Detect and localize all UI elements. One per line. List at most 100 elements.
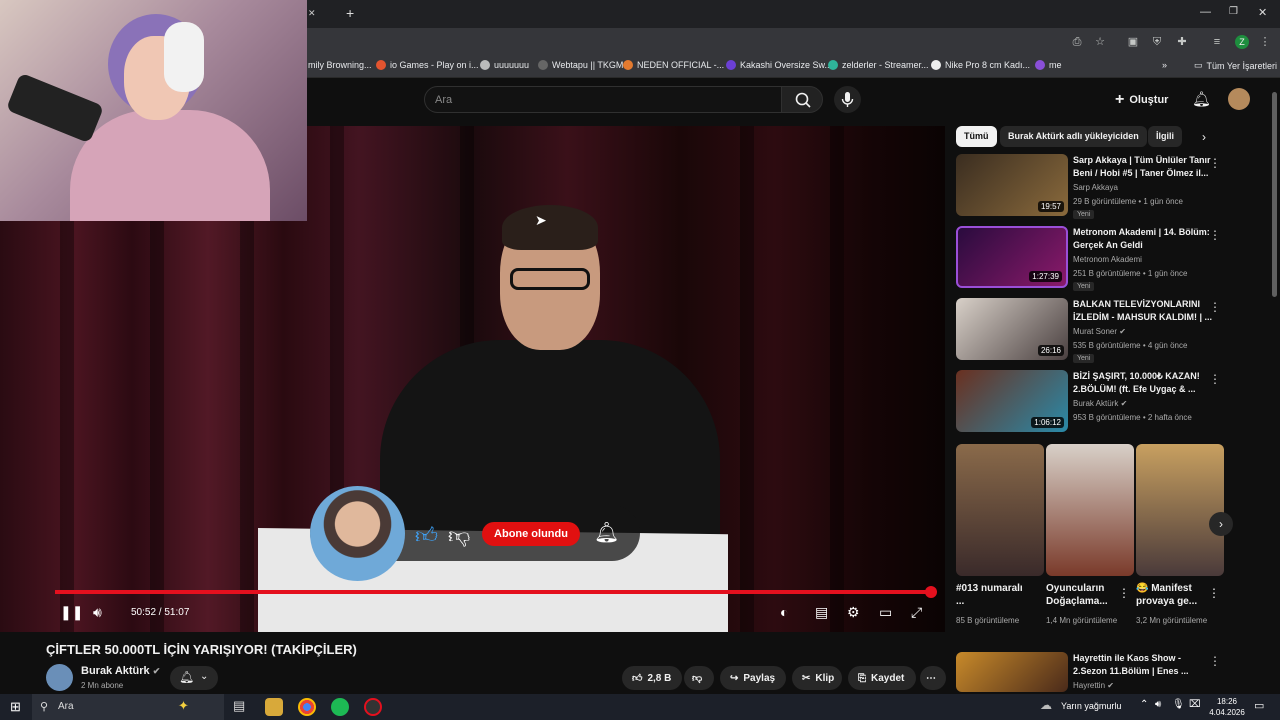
mic-icon[interactable]: 🎙︎ [1172,699,1185,710]
dislike-button[interactable]: 👎︎ [684,666,714,690]
install-icon[interactable]: ⎙ [1071,36,1083,48]
rec-channel[interactable]: Metronom Akademi [1073,255,1213,264]
more-icon[interactable]: ⋮ [1209,228,1221,242]
rec-channel[interactable]: Sarp Akkaya [1073,183,1213,192]
shorts-next-button[interactable]: › [1209,512,1233,536]
rec-title[interactable]: BİZİ ŞAŞIRT, 10.000₺ KAZAN! 2.BÖLÜM! (ft… [1073,370,1213,396]
bookmark[interactable]: NEDEN OFFICIAL -... [623,60,724,70]
short-thumbnail[interactable] [1046,444,1134,576]
autoplay-toggle[interactable]: ◐ [780,604,788,620]
bookmark[interactable]: Webtapu || TKGM [538,60,623,70]
bookmark[interactable]: zelderler - Streamer... [828,60,929,70]
account-avatar[interactable] [1228,88,1250,110]
bookmark[interactable]: uuuuuuu [480,60,529,70]
chip-all[interactable]: Tümü [956,126,997,147]
settings-icon[interactable]: ⚙ [847,604,860,621]
search-input[interactable]: Ara [424,86,782,113]
short-thumbnail[interactable] [956,444,1044,576]
recommendation-item[interactable]: 1:06:12 BİZİ ŞAŞIRT, 10.000₺ KAZAN! 2.BÖ… [956,370,1221,436]
save-button[interactable]: ⎘ Kaydet [848,666,916,690]
all-bookmarks[interactable]: ▭ Tüm Yer İşaretleri [1194,60,1277,71]
thumbnail[interactable]: 19:57 [956,154,1068,216]
thumbnail[interactable]: 1:06:12 [956,370,1068,432]
recommendation-item[interactable]: 1:27:39 Metronom Akademi | 14. Bölüm: Ge… [956,226,1221,292]
progress-knob[interactable] [925,586,937,598]
more-icon[interactable]: ⋮ [1118,586,1130,600]
bookmark[interactable]: Nike Pro 8 cm Kadı... [931,60,1030,70]
rec-channel[interactable]: Hayrettin ✔ [1073,681,1213,690]
task-view-icon[interactable]: ▤ [233,698,245,714]
notification-settings-button[interactable]: 🔔︎ ⌄ [170,666,218,690]
short-title[interactable]: Oyuncuların Doğaçlama... [1046,582,1116,608]
subtitles-icon[interactable]: ▤ [815,604,828,621]
rec-channel[interactable]: Murat Soner ✔ [1073,327,1213,336]
search-button[interactable] [781,86,823,113]
thumbs-down-icon[interactable]: 👎︎ [448,522,470,549]
extension-icon[interactable]: ▣ [1127,36,1139,48]
chip-from-uploader[interactable]: Burak Aktürk adlı yükleyiciden [1000,126,1147,147]
clip-button[interactable]: ✂ Klip [792,666,842,690]
more-icon[interactable]: ⋮ [1209,156,1221,170]
puzzle-icon[interactable]: ✚ [1176,36,1188,48]
thumbnail[interactable]: 1:27:39 [956,226,1068,288]
create-button[interactable]: + Oluştur [1115,88,1183,112]
short-title[interactable]: #013 numaralı ... [956,582,1026,608]
volume-icon[interactable]: 🔊︎ [93,604,102,621]
shield-icon[interactable]: ⛨ [1151,36,1163,48]
pause-icon[interactable]: ❚❚ [60,604,83,621]
more-actions-button[interactable]: ⋯ [920,666,946,690]
bookmark[interactable]: mily Browning... [308,60,372,70]
windows-start-icon[interactable]: ⊞ [10,699,21,715]
voice-search-button[interactable] [834,86,861,113]
weather-text[interactable]: Yarın yağmurlu [1061,701,1121,711]
restore-icon[interactable]: ❐ [1229,6,1238,17]
rec-channel[interactable]: Burak Aktürk ✔ [1073,399,1213,408]
more-icon[interactable]: ⋮ [1209,372,1221,386]
recommendation-item[interactable]: 26:16 BALKAN TELEVİZYONLARINI İZLEDİM - … [956,298,1221,364]
bookmark-star-icon[interactable]: ☆ [1094,36,1106,48]
notification-center-icon[interactable]: ▭ [1254,699,1264,712]
theater-mode-icon[interactable]: ▭ [879,604,892,621]
chevron-right-icon[interactable]: » [1162,60,1167,70]
network-icon[interactable]: ⌧ [1189,699,1201,710]
app-icon[interactable] [364,698,382,716]
clock[interactable]: 18:26 4.04.2026 [1205,696,1249,718]
like-button[interactable]: 👍︎ 2,8 B [622,666,682,690]
profile-avatar[interactable]: Z [1235,35,1249,49]
taskbar-search[interactable]: Ara [32,694,224,720]
more-icon[interactable]: ⋮ [1209,300,1221,314]
copilot-icon[interactable]: ✦ [178,698,189,714]
bookmark[interactable]: Kakashi Oversize Sw... [726,60,832,70]
volume-icon[interactable]: 🔊︎ [1155,699,1161,710]
recommendation-item[interactable]: Hayrettin ile Kaos Show - 2.Sezon 11.Böl… [956,652,1221,692]
channel-avatar[interactable] [46,664,73,691]
chevron-right-icon[interactable]: › [1202,130,1206,144]
minimize-icon[interactable]: — [1200,6,1211,18]
tab-close-icon[interactable]: ✕ [308,8,316,19]
fullscreen-icon[interactable]: ⤢ [911,604,922,621]
recommendation-item[interactable]: 19:57 Sarp Akkaya | Tüm Ünlüler Tanır Be… [956,154,1221,220]
rec-title[interactable]: Sarp Akkaya | Tüm Ünlüler Tanır Beni / H… [1073,154,1213,180]
window-close-icon[interactable]: ✕ [1258,6,1267,19]
bookmark[interactable]: io Games - Play on i... [376,60,479,70]
more-icon[interactable]: ⋮ [1209,654,1221,668]
spotify-icon[interactable] [331,698,349,716]
bell-icon[interactable]: 🔔︎ [594,520,619,545]
media-icon[interactable]: ≡ [1211,36,1223,48]
rec-title[interactable]: Metronom Akademi | 14. Bölüm: Gerçek An … [1073,226,1213,252]
browser-menu-icon[interactable]: ⋮ [1259,36,1271,48]
chrome-icon[interactable] [298,698,316,716]
subscribed-button[interactable]: Abone olundu [482,522,580,546]
scrollbar-thumb[interactable] [1272,92,1277,297]
rec-title[interactable]: Hayrettin ile Kaos Show - 2.Sezon 11.Böl… [1073,652,1213,678]
tray-chevron-icon[interactable]: ⌃ [1140,699,1148,710]
bookmark[interactable]: me [1035,60,1062,70]
rec-title[interactable]: BALKAN TELEVİZYONLARINI İZLEDİM - MAHSUR… [1073,298,1213,324]
thumbs-up-icon[interactable]: 👍︎ [415,522,438,549]
thumbnail[interactable] [956,652,1068,692]
share-button[interactable]: ↪ Paylaş [720,666,786,690]
chip-related[interactable]: İlgili [1148,126,1182,147]
thumbnail[interactable]: 26:16 [956,298,1068,360]
channel-name[interactable]: Burak Aktürk ✔ [81,665,160,677]
new-tab-icon[interactable]: + [346,5,354,21]
